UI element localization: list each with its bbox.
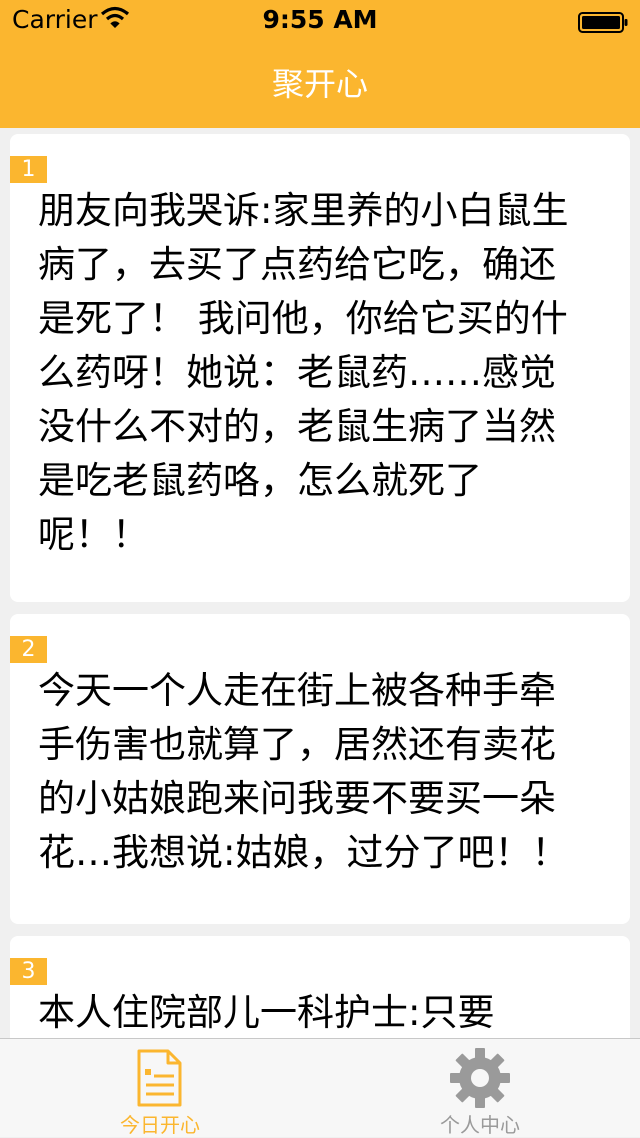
index-badge: 3 [10, 958, 47, 985]
joke-text: 今天一个人走在街上被各种手牵手伤害也就算了，居然还有卖花的小姑娘跑来问我要不要买… [38, 669, 569, 874]
tab-label: 个人中心 [440, 1113, 520, 1137]
page-title: 聚开心 [271, 65, 368, 103]
gear-icon [450, 1047, 510, 1109]
joke-card[interactable]: 3 本人住院部儿一科护士:只要 [10, 936, 630, 1038]
header: Carrier 9:55 AM 聚开心 [0, 0, 640, 128]
index-badge: 2 [10, 636, 47, 663]
tab-today-fun[interactable]: 今日开心 [0, 1039, 320, 1137]
tab-label: 今日开心 [120, 1113, 200, 1137]
tab-personal-center[interactable]: 个人中心 [320, 1039, 640, 1137]
joke-card[interactable]: 1 朋友向我哭诉:家里养的小白鼠生病了，去买了点药给它吃，确还是死了！ 我问他，… [10, 134, 630, 602]
joke-feed[interactable]: 1 朋友向我哭诉:家里养的小白鼠生病了，去买了点药给它吃，确还是死了！ 我问他，… [0, 128, 640, 1038]
status-bar: Carrier 9:55 AM [0, 0, 640, 40]
joke-text: 朋友向我哭诉:家里养的小白鼠生病了，去买了点药给它吃，确还是死了！ 我问他，你给… [38, 189, 569, 556]
document-icon [130, 1047, 190, 1109]
joke-text: 本人住院部儿一科护士:只要 [38, 991, 495, 1034]
battery-icon [578, 10, 628, 33]
status-time: 9:55 AM [262, 5, 378, 34]
joke-card[interactable]: 2 今天一个人走在街上被各种手牵手伤害也就算了，居然还有卖花的小姑娘跑来问我要不… [10, 614, 630, 924]
tab-bar: 今日开心 个人中心 [0, 1038, 640, 1137]
index-badge: 1 [10, 156, 47, 183]
